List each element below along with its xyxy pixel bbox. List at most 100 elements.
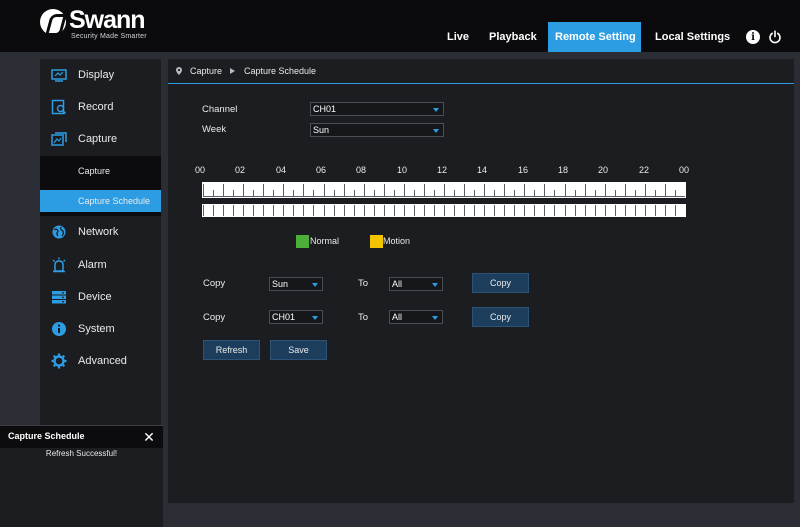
capture-icon [51, 132, 67, 146]
copy-to-day-select[interactable]: All [389, 277, 443, 291]
hour-label: 12 [436, 165, 448, 175]
sidebar-item-label: System [78, 323, 115, 335]
normal-swatch [296, 235, 309, 248]
week-select-value: Sun [313, 125, 330, 135]
hour-label: 00 [678, 165, 690, 175]
chevron-down-icon [312, 316, 318, 320]
top-bar: Swann Security Made Smarter Live Playbac… [0, 0, 800, 52]
week-label: Week [202, 124, 227, 135]
main-panel: Capture Capture Schedule Channel CH01 We… [168, 59, 794, 503]
hour-label: 20 [597, 165, 609, 175]
sidebar-item-network[interactable]: Network [40, 216, 161, 248]
hour-label: 08 [355, 165, 367, 175]
system-icon [52, 322, 66, 336]
sidebar-item-alarm[interactable]: Alarm [40, 249, 161, 281]
tab-playback[interactable]: Playback [482, 22, 544, 52]
advanced-icon [51, 353, 67, 369]
tab-local-settings[interactable]: Local Settings [648, 22, 737, 52]
copy-from-day-select[interactable]: Sun [269, 277, 323, 291]
display-icon [51, 69, 67, 82]
record-icon [51, 99, 67, 115]
sidebar-subitem-capture[interactable]: Capture [40, 160, 161, 182]
copy-to-channel-select[interactable]: All [389, 310, 443, 324]
motion-legend-label: Motion [383, 236, 411, 246]
sidebar-subitem-capture-schedule[interactable]: Capture Schedule [40, 190, 161, 212]
sidebar-item-advanced[interactable]: Advanced [40, 345, 161, 377]
brand-tagline: Security Made Smarter [71, 33, 147, 40]
tab-live-label: Live [447, 31, 470, 43]
hour-label: 00 [194, 165, 206, 175]
copy-channel-button[interactable]: Copy [472, 307, 529, 327]
brand-name: Swann [69, 6, 146, 34]
copy-from-day-value: Sun [272, 279, 289, 289]
sidebar-item-label: Network [78, 226, 119, 238]
channel-label: Channel [202, 104, 238, 115]
normal-legend-label: Normal [310, 236, 340, 246]
sidebar-subitem-label: Capture [78, 166, 111, 176]
notification-title: Capture Schedule [8, 431, 85, 441]
tab-local-settings-label: Local Settings [655, 31, 731, 43]
hour-axis: 00 02 04 06 08 10 12 14 16 18 20 22 00 [194, 165, 690, 177]
notification-message: Refresh Successful! [45, 449, 118, 458]
refresh-button[interactable]: Refresh [203, 340, 260, 360]
copy-day-button[interactable]: Copy [472, 273, 529, 293]
alarm-icon [52, 257, 66, 273]
tab-live[interactable]: Live [440, 22, 476, 52]
to-label: To [358, 312, 369, 323]
schedule-timeline-bar[interactable] [202, 204, 686, 217]
hour-label: 02 [234, 165, 246, 175]
tab-remote-setting[interactable]: Remote Setting [548, 22, 641, 52]
copy-from-channel-value: CH01 [272, 312, 296, 322]
sidebar-item-label: Display [78, 69, 115, 81]
info-icon[interactable]: i [746, 30, 760, 44]
power-icon[interactable] [768, 30, 782, 44]
motion-swatch [370, 235, 383, 248]
copy-label: Copy [203, 278, 226, 289]
hour-label: 10 [396, 165, 408, 175]
device-icon [52, 291, 66, 304]
chevron-down-icon [312, 283, 318, 287]
copy-label: Copy [203, 312, 226, 323]
save-button[interactable]: Save [270, 340, 327, 360]
hour-label: 18 [557, 165, 569, 175]
breadcrumb-capture-schedule: Capture Schedule [244, 66, 317, 76]
hour-label: 14 [476, 165, 488, 175]
sidebar-item-record[interactable]: Record [40, 91, 161, 123]
chevron-down-icon [432, 283, 438, 287]
sidebar-item-label: Device [78, 291, 112, 303]
breadcrumb: Capture Capture Schedule [168, 59, 794, 84]
sidebar-item-label: Capture [78, 133, 118, 145]
copy-from-channel-select[interactable]: CH01 [269, 310, 323, 324]
network-icon [52, 225, 66, 239]
copy-to-channel-value: All [392, 312, 403, 322]
breadcrumb-arrow-icon [230, 68, 235, 74]
breadcrumb-capture[interactable]: Capture [190, 66, 222, 76]
notification-panel: Capture Schedule ✕ Refresh Successful! [0, 425, 163, 527]
notification-header: Capture Schedule ✕ [0, 426, 163, 448]
sidebar-item-label: Record [78, 101, 114, 113]
sidebar-item-label: Alarm [78, 259, 107, 271]
hour-label: 04 [275, 165, 287, 175]
sidebar-item-capture[interactable]: Capture [40, 123, 161, 155]
sidebar-item-display[interactable]: Display [40, 59, 161, 91]
tab-playback-label: Playback [489, 31, 537, 43]
channel-select-value: CH01 [313, 104, 337, 114]
sidebar-subitem-label: Capture Schedule [78, 196, 151, 206]
schedule-timeline-ruler[interactable] [202, 182, 686, 198]
channel-select[interactable]: CH01 [310, 102, 444, 116]
to-label: To [358, 278, 369, 289]
hour-label: 06 [315, 165, 327, 175]
hour-label: 16 [517, 165, 529, 175]
hour-label: 22 [638, 165, 650, 175]
tab-remote-setting-label: Remote Setting [555, 31, 636, 43]
swann-logo-icon [40, 9, 66, 35]
sidebar-item-system[interactable]: System [40, 313, 161, 345]
chevron-down-icon [433, 108, 439, 112]
week-select[interactable]: Sun [310, 123, 444, 137]
sidebar: Display Record Capture Capture Capture S… [40, 59, 161, 425]
close-icon[interactable]: ✕ [140, 428, 158, 446]
chevron-down-icon [433, 129, 439, 133]
chevron-down-icon [432, 316, 438, 320]
sidebar-item-label: Advanced [78, 355, 127, 367]
sidebar-item-device[interactable]: Device [40, 281, 161, 313]
